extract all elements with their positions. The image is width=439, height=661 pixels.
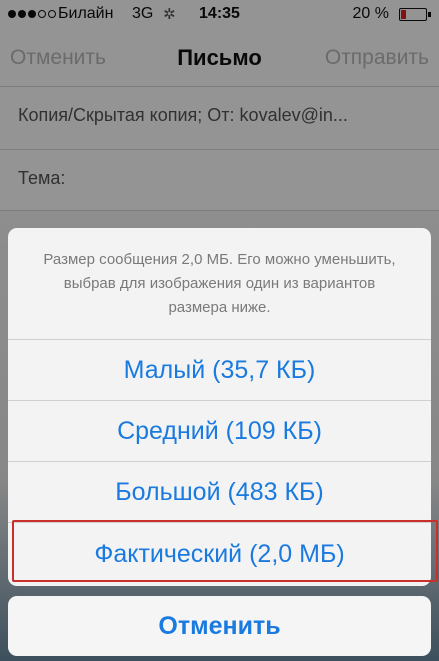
highlight-frame: [12, 520, 438, 582]
size-option-medium[interactable]: Средний (109 КБ): [8, 401, 431, 462]
cancel-button[interactable]: Отменить: [8, 596, 431, 656]
action-sheet-message: Размер сообщения 2,0 МБ. Его можно умень…: [8, 228, 431, 340]
size-option-large[interactable]: Большой (483 КБ): [8, 462, 431, 523]
size-option-small[interactable]: Малый (35,7 КБ): [8, 340, 431, 401]
